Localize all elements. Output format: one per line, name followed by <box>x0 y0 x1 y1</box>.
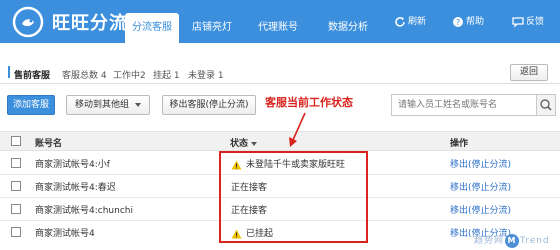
back-button[interactable]: 返回 <box>510 64 548 81</box>
row-account: 商家测试帐号4:春迟 <box>35 183 116 193</box>
summary-accent <box>8 66 10 78</box>
column-status-label: 状态 <box>230 139 249 149</box>
search-icon <box>540 99 552 111</box>
refresh-button[interactable]: 刷新 <box>394 14 426 30</box>
search-button[interactable] <box>536 94 556 116</box>
status-highlight-box <box>219 151 368 243</box>
row-checkbox[interactable] <box>11 204 21 214</box>
help-label: 帮助 <box>465 17 484 27</box>
row-account: 商家测试帐号4:小f <box>35 160 110 170</box>
status-annotation: 客服当前工作状态 <box>265 96 353 109</box>
help-button[interactable]: ? 帮助 <box>452 14 484 30</box>
tab-fenliu-kefu[interactable]: 分流客服 <box>125 13 179 43</box>
group-title: 售前客服 <box>14 71 51 81</box>
working-count: 工作中2 <box>113 71 146 81</box>
svg-text:?: ? <box>456 18 460 27</box>
feedback-label: 反馈 <box>525 17 544 27</box>
row-checkbox[interactable] <box>11 227 21 237</box>
remove-service-button[interactable]: 移出客服(停止分流) <box>162 95 256 115</box>
search-input[interactable] <box>391 94 536 116</box>
tab-dianpu-liangdeng[interactable]: 店铺亮灯 <box>185 13 239 43</box>
feedback-icon <box>512 16 524 28</box>
remove-link[interactable]: 移出(停止分流) <box>450 180 511 193</box>
tab-daili-zhanghao[interactable]: 代理账号 <box>251 13 305 43</box>
tab-shuju-fenxi[interactable]: 数据分析 <box>321 13 375 43</box>
move-to-group-button[interactable]: 移动到其他组 <box>66 95 150 115</box>
total-count: 客服总数 4 <box>62 71 107 81</box>
row-account: 商家测试帐号4 <box>35 229 95 239</box>
watermark: 趋势网 M Trend <box>474 233 550 248</box>
refresh-label: 刷新 <box>407 17 426 27</box>
refresh-icon <box>395 16 405 27</box>
remove-link[interactable]: 移出(停止分流) <box>450 203 511 216</box>
sort-down-icon <box>251 141 258 146</box>
add-service-button[interactable]: 添加客服 <box>7 95 55 115</box>
row-checkbox[interactable] <box>11 181 21 191</box>
select-all-checkbox[interactable] <box>11 136 21 146</box>
watermark-left: 趋势网 <box>474 236 505 246</box>
move-to-group-label: 移动到其他组 <box>74 100 129 110</box>
row-checkbox[interactable] <box>11 158 21 168</box>
row-account: 商家测试帐号4:chunchi <box>35 206 133 216</box>
watermark-right: Trend <box>520 236 550 246</box>
help-icon: ? <box>452 16 463 27</box>
watermark-logo: M <box>505 233 520 248</box>
column-account[interactable]: 账号名 <box>35 136 62 149</box>
logo-icon <box>12 6 44 38</box>
remove-link[interactable]: 移出(停止分流) <box>450 157 511 170</box>
table-header <box>0 131 560 151</box>
column-action: 操作 <box>450 139 469 149</box>
chevron-down-icon <box>135 102 141 107</box>
feedback-button[interactable]: 反馈 <box>512 14 544 30</box>
column-status[interactable]: 状态 <box>230 136 258 149</box>
offline-count: 未登录 1 <box>188 71 224 81</box>
suspended-count: 挂起 1 <box>153 71 180 81</box>
app-title: 旺旺分流 <box>52 13 128 34</box>
top-bar: 旺旺分流 分流客服 店铺亮灯 代理账号 数据分析 刷新 ? 帮助 反馈 <box>0 0 560 43</box>
